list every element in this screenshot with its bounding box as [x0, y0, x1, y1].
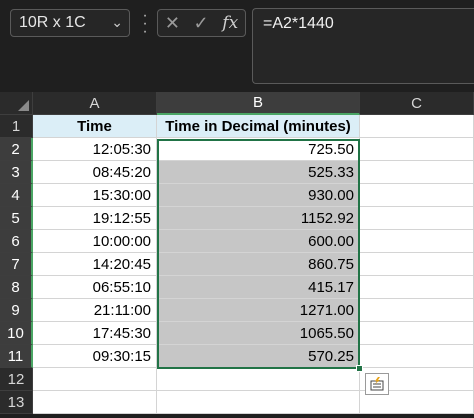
- cell-b10[interactable]: 1065.50: [157, 322, 360, 345]
- row-header-3[interactable]: 3: [0, 161, 33, 184]
- row-header-12[interactable]: 12: [0, 368, 33, 391]
- column-header-a[interactable]: A: [33, 92, 157, 115]
- cell-b2[interactable]: 725.50: [157, 138, 360, 161]
- worksheet-grid: A B C 1 2 3 4 5 6 7 8 9 10 11 12 13 Time…: [0, 92, 474, 418]
- cell-a8[interactable]: 06:55:10: [33, 276, 157, 299]
- cell-c9[interactable]: [360, 299, 474, 322]
- select-all-button[interactable]: [0, 92, 33, 115]
- cell-c4[interactable]: [360, 184, 474, 207]
- cell-b6[interactable]: 600.00: [157, 230, 360, 253]
- cell-b7[interactable]: 860.75: [157, 253, 360, 276]
- cell-a4[interactable]: 15:30:00: [33, 184, 157, 207]
- row-header-4[interactable]: 4: [0, 184, 33, 207]
- select-all-icon: [18, 100, 29, 111]
- cell-c8[interactable]: [360, 276, 474, 299]
- row-header-7[interactable]: 7: [0, 253, 33, 276]
- cell-b13[interactable]: [157, 391, 360, 414]
- cell-b8[interactable]: 415.17: [157, 276, 360, 299]
- check-icon[interactable]: ✓: [194, 13, 209, 34]
- quick-analysis-button[interactable]: [365, 373, 389, 395]
- cell-c7[interactable]: [360, 253, 474, 276]
- cell-c11[interactable]: [360, 345, 474, 368]
- row-header-9[interactable]: 9: [0, 299, 33, 322]
- cell-a7[interactable]: 14:20:45: [33, 253, 157, 276]
- cell-a2[interactable]: 12:05:30: [33, 138, 157, 161]
- cell-b3[interactable]: 525.33: [157, 161, 360, 184]
- column-header-b[interactable]: B: [157, 92, 360, 115]
- cell-b9[interactable]: 1271.00: [157, 299, 360, 322]
- row-header-6[interactable]: 6: [0, 230, 33, 253]
- fill-handle[interactable]: [356, 365, 363, 372]
- cell-c6[interactable]: [360, 230, 474, 253]
- column-header-c[interactable]: C: [360, 92, 474, 115]
- cell-a5[interactable]: 19:12:55: [33, 207, 157, 230]
- cell-c1[interactable]: [360, 115, 474, 138]
- cell-c10[interactable]: [360, 322, 474, 345]
- cell-b1[interactable]: Time in Decimal (minutes): [157, 115, 360, 138]
- cell-b5[interactable]: 1152.92: [157, 207, 360, 230]
- name-box-value: 10R x 1C: [19, 14, 86, 31]
- cell-b11[interactable]: 570.25: [157, 345, 360, 368]
- cell-c3[interactable]: [360, 161, 474, 184]
- formula-bar-area: 10R x 1C ⌄ · · · ✕ ✓ fx =A2*1440: [0, 0, 474, 92]
- row-header-10[interactable]: 10: [0, 322, 33, 345]
- cell-a11[interactable]: 09:30:15: [33, 345, 157, 368]
- name-box[interactable]: 10R x 1C ⌄: [10, 9, 130, 37]
- row-header-13[interactable]: 13: [0, 391, 33, 414]
- formula-buttons: ✕ ✓ fx: [157, 9, 246, 37]
- row-header-2[interactable]: 2: [0, 138, 33, 161]
- cell-a3[interactable]: 08:45:20: [33, 161, 157, 184]
- cell-a12[interactable]: [33, 368, 157, 391]
- chevron-down-icon[interactable]: ⌄: [111, 14, 123, 31]
- quick-analysis-icon: [370, 377, 384, 391]
- cell-a6[interactable]: 10:00:00: [33, 230, 157, 253]
- cell-c5[interactable]: [360, 207, 474, 230]
- vertical-ellipsis-icon[interactable]: · · ·: [141, 8, 149, 40]
- row-header-5[interactable]: 5: [0, 207, 33, 230]
- fx-icon[interactable]: fx: [222, 13, 238, 33]
- formula-input[interactable]: =A2*1440: [252, 8, 474, 84]
- cell-a10[interactable]: 17:45:30: [33, 322, 157, 345]
- row-header-11[interactable]: 11: [0, 345, 33, 368]
- x-icon[interactable]: ✕: [165, 13, 180, 34]
- cell-a9[interactable]: 21:11:00: [33, 299, 157, 322]
- cell-b4[interactable]: 930.00: [157, 184, 360, 207]
- cell-c2[interactable]: [360, 138, 474, 161]
- cell-b12[interactable]: [157, 368, 360, 391]
- cell-a13[interactable]: [33, 391, 157, 414]
- cell-a1[interactable]: Time: [33, 115, 157, 138]
- row-header-8[interactable]: 8: [0, 276, 33, 299]
- row-header-1[interactable]: 1: [0, 115, 33, 138]
